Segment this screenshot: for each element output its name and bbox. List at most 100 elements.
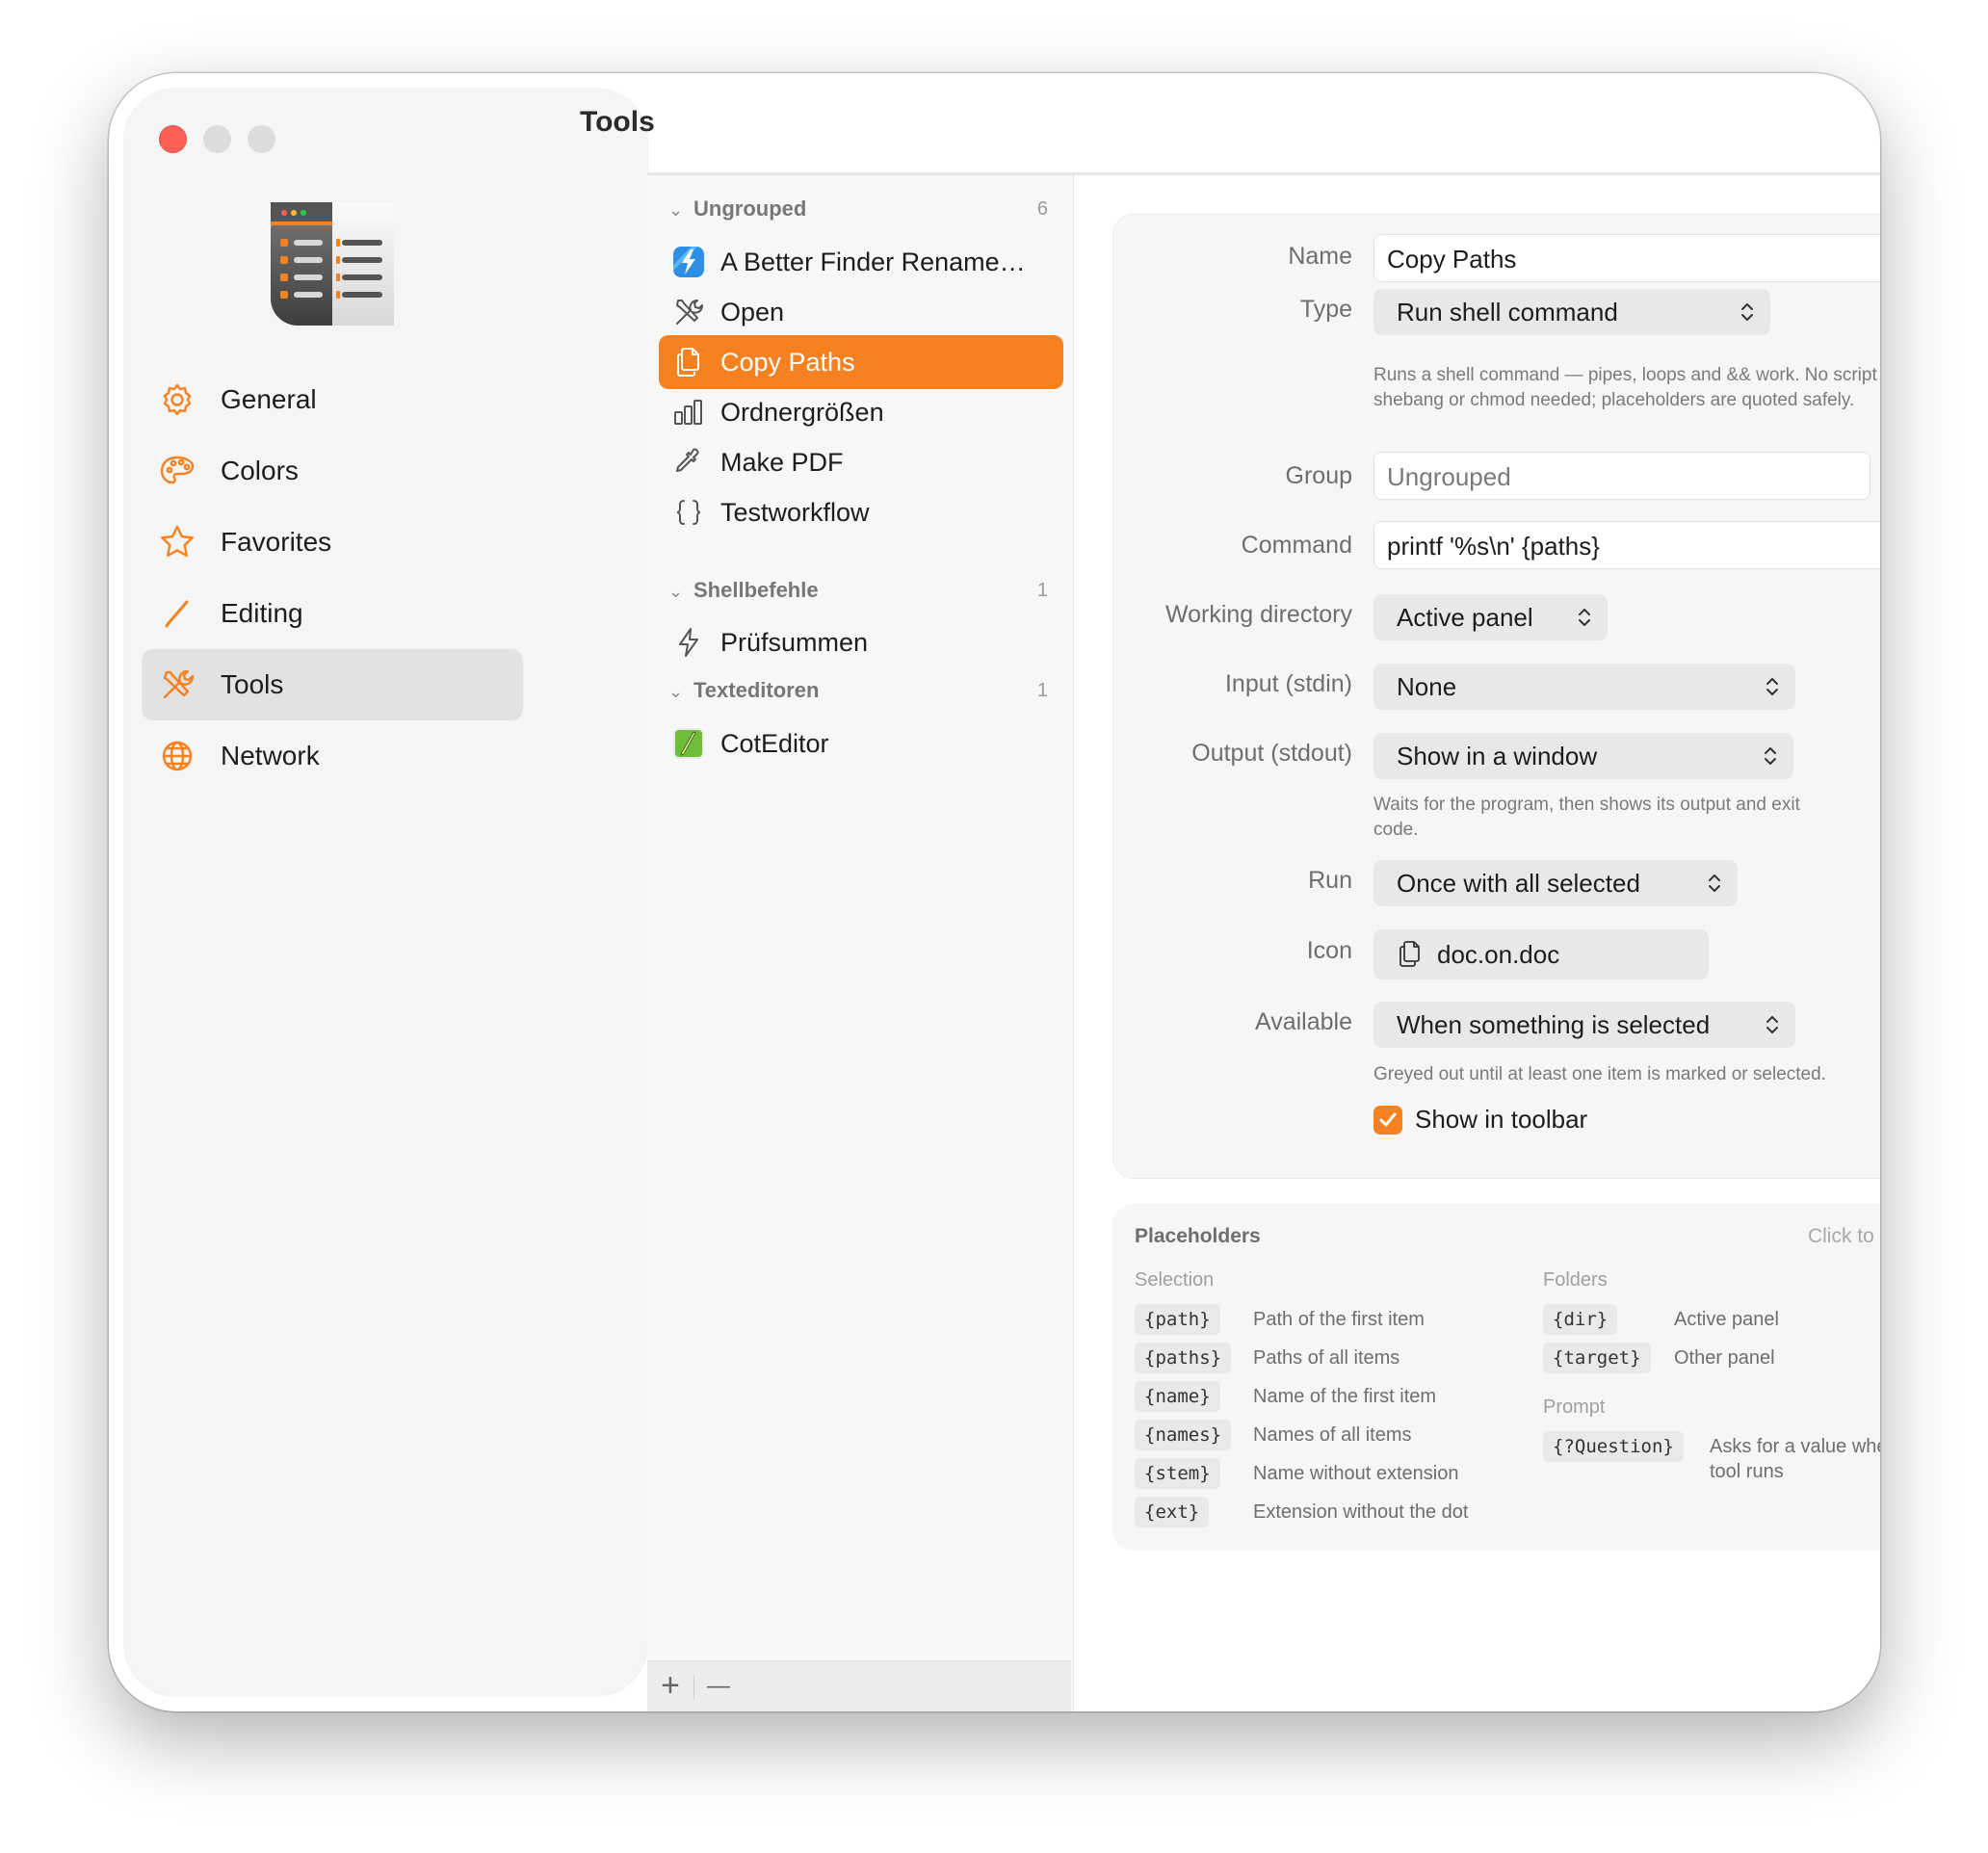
list-item[interactable]: Ordnergrößen [659,385,1063,439]
list-item[interactable]: Open [659,285,1063,339]
group-count: 1 [1036,680,1048,701]
available-label: Available [1254,1008,1352,1035]
show-in-toolbar-checkbox[interactable] [1373,1106,1402,1135]
placeholder-chip[interactable]: {stem} [1135,1458,1220,1489]
icon-picker-button[interactable]: doc.on.doc [1373,929,1709,979]
sidebar-item-editing[interactable]: Editing [142,578,523,649]
selection-section-title: Selection [1135,1269,1215,1291]
list-item[interactable]: CotEditor [659,717,1063,770]
sidebar: General Colors Favorites Editing Tools N… [124,89,647,1696]
group-count: 6 [1036,198,1048,220]
placeholder-chip[interactable]: {names} [1135,1420,1232,1450]
window-title: Tools [580,106,655,138]
type-hint: Runs a shell command — pipes, loops and … [1373,365,1880,410]
zoom-button[interactable] [248,125,275,153]
wrench-screwdriver-icon [163,669,195,699]
group-header-ungrouped[interactable]: ⌄ Ungrouped [668,196,806,225]
sidebar-item-label: Colors [221,456,299,485]
available-popup[interactable]: When something is selected [1373,1002,1795,1048]
icon-label: Icon [1306,937,1352,964]
sidebar-item-colors[interactable]: Colors [142,435,523,507]
sidebar-item-network[interactable]: Network [142,720,523,792]
tool-detail: Name Copy Paths Type Run shell command R… [1074,175,1880,1711]
close-button[interactable] [159,125,187,153]
placeholder-desc: Asks for a value when the tool runs [1710,1436,1880,1482]
placeholder-desc: Other panel [1674,1347,1775,1369]
gear-icon [163,383,192,416]
doc-on-doc-icon [677,348,699,377]
input-popup[interactable]: None [1373,664,1795,710]
list-footer: + — [647,1660,1071,1711]
group-header-texteditoren[interactable]: ⌄ Texteditoren [668,678,819,707]
name-label: Name [1288,243,1352,270]
tool-settings-card: Name Copy Paths Type Run shell command R… [1112,214,1880,1179]
chevron-down-icon: ⌄ [668,682,684,701]
placeholder-chip[interactable]: {name} [1135,1381,1220,1412]
curly-braces-icon [676,500,701,525]
chevron-updown-icon [1741,303,1753,321]
placeholder-desc: Path of the first item [1253,1309,1425,1330]
placeholder-desc: Name of the first item [1253,1386,1437,1407]
placeholder-desc: Names of all items [1253,1424,1412,1446]
star-icon [161,525,194,557]
placeholder-desc: Paths of all items [1253,1347,1400,1369]
placeholder-chip[interactable]: {dir} [1543,1304,1618,1335]
placeholder-chip[interactable]: {target} [1543,1343,1651,1373]
eyedropper-icon [676,448,699,472]
output-popup[interactable]: Show in a window [1373,733,1793,779]
sidebar-item-general[interactable]: General [142,364,523,435]
sidebar-item-label: General [221,384,317,414]
preferences-window: General Colors Favorites Editing Tools N… [109,73,1880,1711]
doc-on-doc-icon [1399,941,1420,967]
list-item[interactable]: Testworkflow [659,485,1063,539]
name-field[interactable]: Copy Paths [1373,234,1880,282]
tools-list: ⌄ Ungrouped 6 A Better Finder Rename… Ope… [647,175,1075,1711]
chevron-updown-icon [1766,1016,1778,1033]
chevron-updown-icon [1766,678,1778,695]
placeholder-desc: Active panel [1674,1309,1779,1330]
group-field[interactable]: Ungrouped [1373,452,1870,500]
group-header-shellbefehle[interactable]: ⌄ Shellbefehle [668,578,819,607]
working-directory-label: Working directory [1164,601,1352,628]
available-hint: Greyed out until at least one item is ma… [1373,1064,1826,1084]
group-label: Group [1285,462,1352,489]
command-field[interactable]: printf '%s\n' {paths} [1373,521,1880,569]
list-item[interactable]: Copy Paths [659,335,1063,389]
placeholders-card: Placeholders Click to insert Selection {… [1112,1204,1880,1551]
minimize-button[interactable] [203,125,231,153]
chevron-down-icon: ⌄ [668,200,684,220]
prompt-section-title: Prompt [1543,1396,1606,1418]
sidebar-item-label: Favorites [221,527,332,557]
placeholder-desc: Name without extension [1253,1463,1459,1484]
placeholder-desc: Extension without the dot [1253,1501,1469,1523]
group-count: 1 [1036,580,1048,601]
type-popup[interactable]: Run shell command [1373,289,1770,335]
placeholder-chip[interactable]: {?Question} [1543,1431,1684,1462]
working-directory-popup[interactable]: Active panel [1373,594,1608,640]
run-popup[interactable]: Once with all selected [1373,860,1738,906]
remove-tool-button[interactable]: — [707,1673,730,1700]
wrench-screwdriver-icon [676,300,703,325]
app-icon [271,202,394,326]
placeholder-chip[interactable]: {paths} [1135,1343,1232,1373]
placeholder-chip[interactable]: {path} [1135,1304,1220,1335]
placeholder-chip[interactable]: {ext} [1135,1497,1210,1527]
sidebar-item-tools[interactable]: Tools [142,649,523,720]
coteditor-app-icon [673,728,704,759]
sidebar-item-label: Editing [221,598,303,628]
placeholders-hint: Click to insert [1807,1225,1880,1247]
output-label: Output (stdout) [1191,740,1352,767]
palette-icon [160,456,195,484]
sidebar-item-favorites[interactable]: Favorites [142,507,523,578]
list-item[interactable]: Make PDF [659,435,1063,489]
add-tool-button[interactable]: + [661,1667,680,1705]
sidebar-item-label: Tools [221,669,284,699]
sidebar-nav: General Colors Favorites Editing Tools N… [142,364,523,792]
chevron-down-icon: ⌄ [668,582,684,601]
list-item[interactable]: A Better Finder Rename… [659,235,1063,289]
abfr-app-icon [673,247,704,277]
show-in-toolbar-label[interactable]: Show in toolbar [1415,1105,1587,1135]
command-label: Command [1241,532,1352,559]
chevron-updown-icon [1765,747,1776,765]
list-item[interactable]: Prüfsummen [659,615,1063,669]
